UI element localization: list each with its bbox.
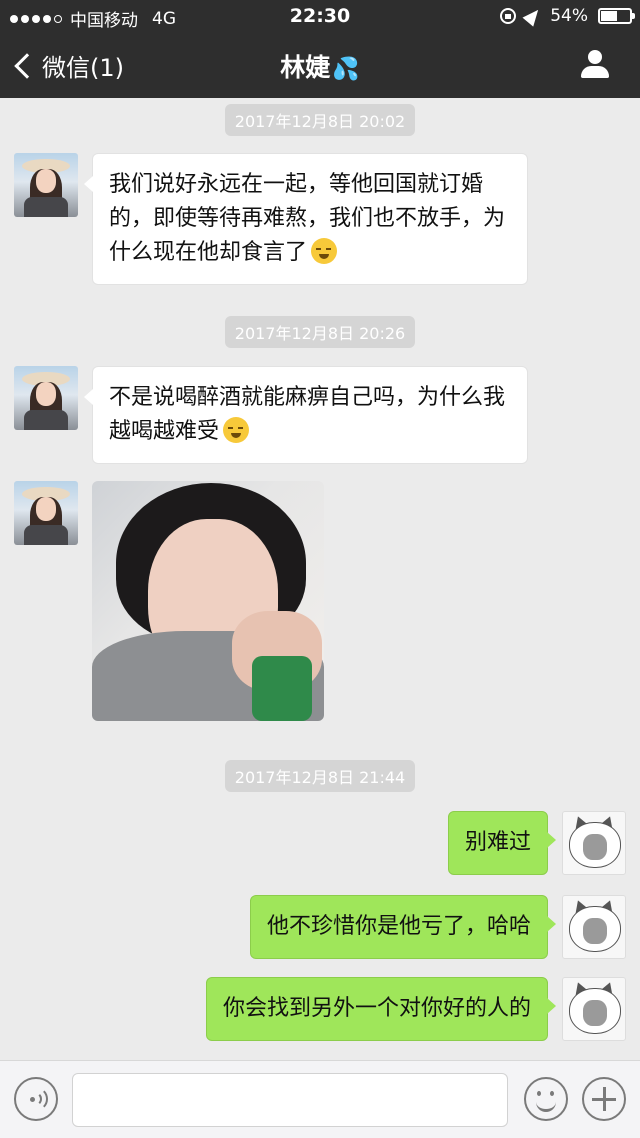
timestamp: 2017年12月8日 20:02 xyxy=(0,104,640,136)
contact-avatar[interactable] xyxy=(14,366,78,430)
battery-icon xyxy=(598,8,635,24)
incoming-message[interactable]: 我们说好永远在一起，等他回国就订婚的，即使等待再难熬，我们也不放手，为什么现在他… xyxy=(84,153,528,285)
timestamp: 2017年12月8日 20:26 xyxy=(0,316,640,348)
outgoing-message[interactable]: 他不珍惜你是他亏了，哈哈 xyxy=(249,895,557,959)
my-avatar[interactable] xyxy=(562,977,626,1041)
my-avatar[interactable] xyxy=(562,895,626,959)
rotation-lock-icon xyxy=(500,8,517,24)
top-bar: 中国移动 4G 22:30 54% 微信(1) 林婕💦 xyxy=(0,0,640,98)
status-right: 54% xyxy=(500,5,635,27)
more-options-button[interactable] xyxy=(582,1077,626,1121)
grinning-sweat-emoji xyxy=(223,417,250,443)
nav-bar: 微信(1) 林婕💦 xyxy=(0,34,640,98)
contact-avatar[interactable] xyxy=(14,153,78,217)
crying-girl-photo[interactable] xyxy=(92,481,324,721)
voice-input-button[interactable] xyxy=(14,1077,58,1121)
location-arrow-icon xyxy=(522,5,544,27)
incoming-message[interactable]: 不是说喝醉酒就能麻痹自己吗，为什么我越喝越难受 xyxy=(84,366,528,464)
outgoing-message[interactable]: 别难过 xyxy=(447,811,557,875)
grinning-sweat-emoji xyxy=(311,238,338,264)
person-icon xyxy=(588,50,602,64)
timestamp: 2017年12月8日 21:44 xyxy=(0,760,640,792)
contact-avatar[interactable] xyxy=(14,481,78,545)
input-bar xyxy=(0,1060,640,1138)
battery-percent: 54% xyxy=(550,6,588,26)
contact-name: 林婕 xyxy=(280,53,331,82)
message-input[interactable] xyxy=(72,1073,508,1127)
outgoing-message[interactable]: 你会找到另外一个对你好的人的 xyxy=(205,977,557,1041)
status-bar: 中国移动 4G 22:30 54% xyxy=(0,0,640,34)
chat-title: 林婕💦 xyxy=(0,48,640,84)
emoji-button[interactable] xyxy=(524,1077,568,1121)
chat-area[interactable]: 2017年12月8日 20:02 我们说好永远在一起，等他回国就订婚的，即使等待… xyxy=(0,98,640,1060)
sweat-droplets-emoji: 💦 xyxy=(332,57,360,82)
my-avatar[interactable] xyxy=(562,811,626,875)
contact-info-button[interactable] xyxy=(580,48,610,80)
